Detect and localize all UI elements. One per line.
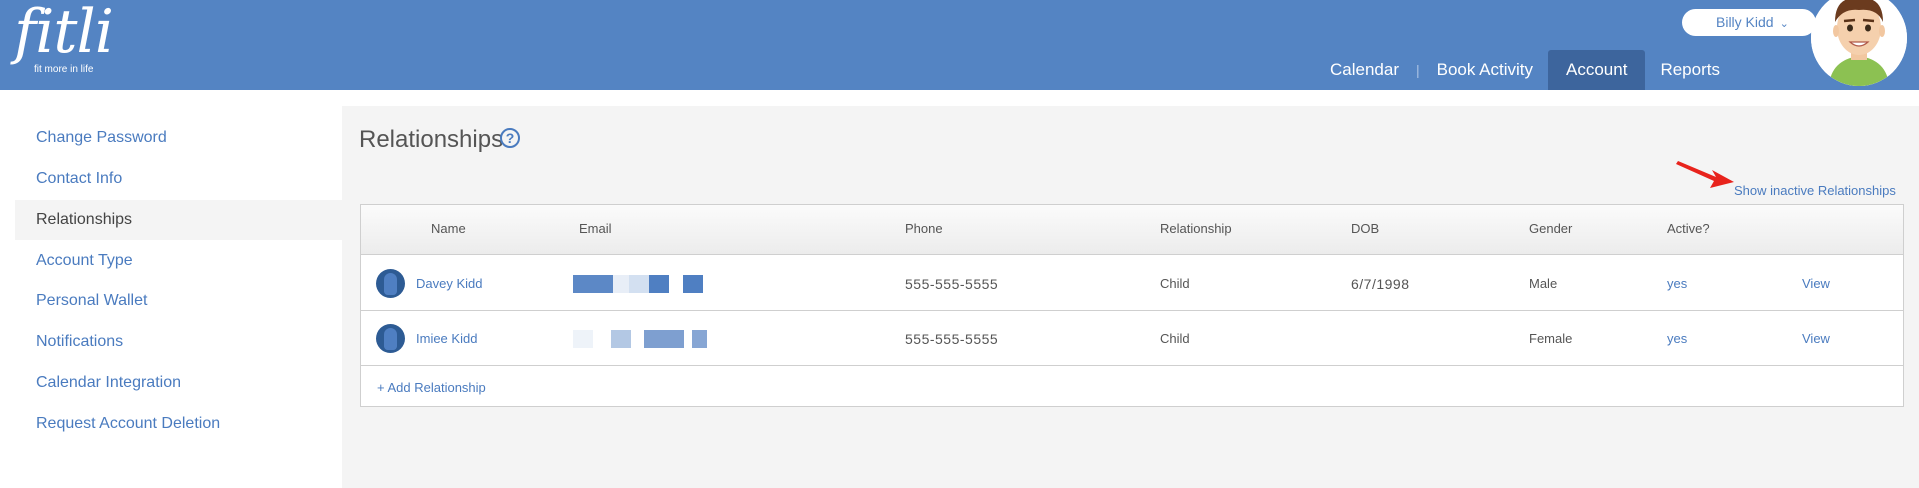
nav-separator: | [1416,62,1420,78]
sidebar-item-contact-info[interactable]: Contact Info [15,159,342,199]
chevron-down-icon: ⌄ [1779,18,1789,30]
column-header-dob[interactable]: DOB [1351,221,1379,236]
main-content: Relationships ? Show inactive Relationsh… [342,106,1919,488]
sidebar-item-change-password[interactable]: Change Password [15,118,342,158]
column-header-gender[interactable]: Gender [1529,221,1572,236]
table-row: Imiee Kidd 555-555-5555 Child Female yes… [361,311,1903,366]
show-inactive-relationships-link[interactable]: Show inactive Relationships [1734,183,1896,198]
add-relationship-link[interactable]: + Add Relationship [377,380,486,395]
dob-value: 6/7/1998 [1351,276,1410,292]
relation-name-link[interactable]: Imiee Kidd [416,331,477,346]
app-header: fitli fit more in life Billy Kidd ⌄ Calen… [0,0,1919,90]
sidebar-item-request-account-deletion[interactable]: Request Account Deletion [15,404,342,444]
help-icon[interactable]: ? [500,128,520,148]
redaction-block [629,275,649,293]
sidebar-item-personal-wallet[interactable]: Personal Wallet [15,281,342,321]
table-row: Davey Kidd 555-555-5555 Child 6/7/1998 M… [361,256,1903,311]
user-menu-button[interactable]: Billy Kidd ⌄ [1682,9,1816,36]
account-sidebar: Change Password Contact Info Relationshi… [0,90,342,488]
redaction-block [573,275,613,293]
nav-book-activity[interactable]: Book Activity [1422,50,1548,90]
redaction-block [649,275,669,293]
nav-calendar[interactable]: Calendar [1315,50,1414,90]
relationship-value: Child [1160,276,1190,291]
main-nav: Calendar | Book Activity Account Reports [1315,50,1735,90]
fitli-logo[interactable]: fitli fit more in life [14,0,114,75]
phone-value: 555-555-5555 [905,331,999,347]
column-header-name[interactable]: Name [431,221,466,236]
redaction-block [644,330,684,348]
sidebar-item-calendar-integration[interactable]: Calendar Integration [15,363,342,403]
view-link[interactable]: View [1802,331,1830,346]
redaction-block [683,275,703,293]
gender-value: Female [1529,331,1573,346]
active-toggle-link[interactable]: yes [1667,331,1687,346]
relation-name-link[interactable]: Davey Kidd [416,276,482,291]
view-link[interactable]: View [1802,276,1830,291]
column-header-email[interactable]: Email [579,221,612,236]
redaction-block [692,330,707,348]
column-header-relationship[interactable]: Relationship [1160,221,1232,236]
relationships-table: Name Email Phone Relationship DOB Gender… [360,204,1904,407]
phone-value: 555-555-5555 [905,276,999,292]
person-avatar-icon [376,324,405,353]
logo-wordmark: fitli [14,0,114,67]
person-avatar-icon [376,269,405,298]
redaction-block [611,330,631,348]
avatar-illustration [1811,0,1907,86]
nav-account[interactable]: Account [1548,50,1646,90]
page-title: Relationships [359,126,504,153]
logo-tagline: fit more in life [34,64,94,75]
redaction-block [613,275,629,293]
table-header: Name Email Phone Relationship DOB Gender… [361,205,1903,255]
sidebar-item-relationships[interactable]: Relationships [15,200,342,240]
user-name: Billy Kidd [1716,14,1774,30]
sidebar-item-account-type[interactable]: Account Type [15,241,342,281]
nav-reports[interactable]: Reports [1645,50,1735,90]
column-header-phone[interactable]: Phone [905,221,943,236]
column-header-active[interactable]: Active? [1667,221,1710,236]
user-avatar[interactable] [1811,0,1907,86]
annotation-arrow [1676,161,1734,188]
active-toggle-link[interactable]: yes [1667,276,1687,291]
relationship-value: Child [1160,331,1190,346]
redaction-block [573,330,593,348]
sidebar-item-notifications[interactable]: Notifications [15,322,342,362]
gender-value: Male [1529,276,1558,291]
